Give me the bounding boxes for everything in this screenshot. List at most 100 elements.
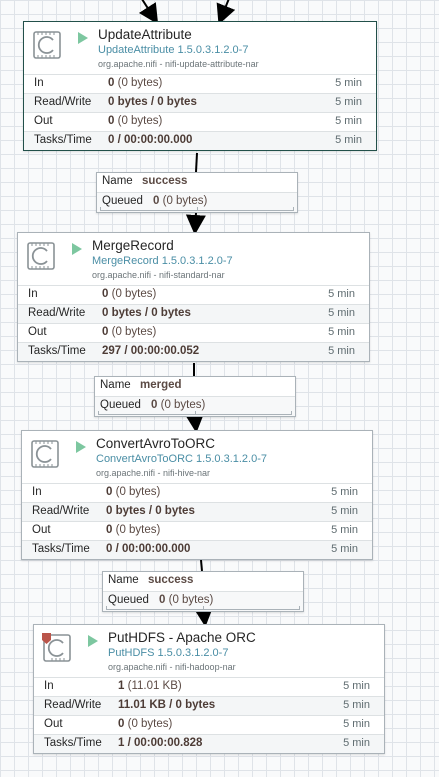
queue-progress-bar (100, 207, 294, 211)
stat-value: 1 (118, 680, 125, 692)
stat-period: 5 min (331, 524, 358, 536)
stat-value: 0 bytes / 0 bytes (108, 96, 197, 108)
play-icon[interactable] (88, 635, 98, 647)
stat-label: In (32, 486, 42, 498)
stat-period: 5 min (343, 737, 370, 749)
connection-name-label: Name (100, 379, 131, 391)
connection-name: merged (140, 379, 182, 391)
connection-line-3a[interactable] (200, 559, 203, 572)
processor-name: MergeRecord (92, 238, 174, 253)
stat-row-out: Out 0 (0 bytes) 5 min (22, 521, 372, 540)
stat-row-in: In 0 (0 bytes) 5 min (22, 483, 372, 502)
stat-detail: (0 bytes) (127, 718, 173, 730)
processor-merge-record[interactable]: MergeRecord MergeRecord 1.5.0.3.1.2.0-7 … (17, 232, 370, 362)
stat-detail: (0 bytes) (111, 326, 157, 338)
stat-row-in: In 1 (11.01 KB) 5 min (34, 677, 384, 696)
play-icon[interactable] (76, 441, 86, 453)
connection-queued-label: Queued (102, 195, 143, 207)
processor-name: PutHDFS - Apache ORC (108, 630, 256, 645)
stat-detail: (0 bytes) (111, 288, 157, 300)
stat-detail: (0 bytes) (117, 77, 163, 89)
stat-row-out: Out 0 (0 bytes) 5 min (24, 112, 376, 131)
stat-value: 0 (102, 288, 109, 300)
stat-label: In (44, 680, 54, 692)
restricted-processor-icon (42, 633, 71, 662)
connection-name: success (142, 175, 188, 187)
connection-line-1b[interactable] (185, 212, 206, 235)
stat-row-read-write: Read/Write 11.01 KB / 0 bytes 5 min (34, 696, 384, 715)
connection-line-2b[interactable] (184, 412, 205, 433)
stat-row-read-write: Read/Write 0 bytes / 0 bytes 5 min (22, 502, 372, 521)
stat-period: 5 min (335, 115, 362, 127)
stat-period: 5 min (328, 326, 355, 338)
stat-label: In (34, 77, 44, 89)
processor-type: UpdateAttribute 1.5.0.3.1.2.0-7 (98, 44, 249, 56)
stat-detail: (11.01 KB) (127, 680, 182, 692)
connection-name: success (148, 574, 194, 586)
incoming-connection-line-2[interactable] (216, 0, 236, 25)
stat-label: Read/Write (28, 307, 86, 319)
stat-row-out: Out 0 (0 bytes) 5 min (34, 715, 384, 734)
processor-convert-avro-to-orc[interactable]: ConvertAvroToORC ConvertAvroToORC 1.5.0.… (21, 430, 373, 560)
connection-queued-label: Queued (100, 399, 141, 411)
stat-value: 0 (106, 486, 113, 498)
stat-label: Tasks/Time (34, 134, 92, 146)
connection-label-success-2[interactable]: Name success Queued 0 (0 bytes) (102, 571, 304, 612)
connection-label-success-1[interactable]: Name success Queued 0 (0 bytes) (96, 172, 298, 213)
stat-row-read-write: Read/Write 0 bytes / 0 bytes 5 min (24, 93, 376, 112)
stat-label: Read/Write (34, 96, 92, 108)
stat-row-tasks-time: Tasks/Time 1 / 00:00:00.828 5 min (34, 734, 384, 753)
processor-type: MergeRecord 1.5.0.3.1.2.0-7 (92, 255, 233, 267)
queued-size: (0 bytes) (168, 594, 214, 606)
stat-label: Out (34, 115, 53, 127)
processor-icon (27, 242, 55, 270)
stat-period: 5 min (343, 699, 370, 711)
play-icon[interactable] (78, 32, 88, 44)
stat-label: Tasks/Time (44, 737, 102, 749)
connection-line-3b[interactable] (193, 606, 214, 627)
processor-bundle: org.apache.nifi - nifi-hive-nar (96, 468, 211, 478)
stat-label: Out (28, 326, 47, 338)
processor-bundle: org.apache.nifi - nifi-standard-nar (92, 270, 225, 280)
stat-row-read-write: Read/Write 0 bytes / 0 bytes 5 min (18, 304, 369, 323)
stat-detail: (0 bytes) (115, 524, 161, 536)
processor-put-hdfs[interactable]: PutHDFS - Apache ORC PutHDFS 1.5.0.3.1.2… (33, 624, 385, 754)
stat-period: 5 min (331, 505, 358, 517)
stat-label: Read/Write (44, 699, 102, 711)
stat-value: 0 (106, 524, 113, 536)
play-icon[interactable] (72, 243, 82, 255)
processor-type: PutHDFS 1.5.0.3.1.2.0-7 (108, 647, 229, 659)
processor-type: ConvertAvroToORC 1.5.0.3.1.2.0-7 (96, 453, 267, 465)
stat-period: 5 min (343, 718, 370, 730)
connection-line-1a[interactable] (195, 152, 198, 173)
processor-name: UpdateAttribute (98, 27, 192, 42)
queued-count: 0 (151, 399, 158, 411)
queue-progress-bar (98, 411, 292, 415)
stat-value: 0 (108, 115, 115, 127)
stat-value: 0 (102, 326, 109, 338)
processor-icon (33, 31, 61, 59)
stat-value: 0 / 00:00:00.000 (106, 543, 191, 555)
stat-label: Out (32, 524, 51, 536)
connection-name-label: Name (102, 175, 133, 187)
stat-period: 5 min (343, 680, 370, 692)
stat-label: Out (44, 718, 63, 730)
incoming-connection-line-1[interactable] (138, 0, 159, 25)
processor-bundle: org.apache.nifi - nifi-hadoop-nar (108, 662, 236, 672)
stat-detail: (0 bytes) (117, 115, 163, 127)
connection-name-label: Name (108, 574, 139, 586)
stat-value: 0 (108, 77, 115, 89)
stat-row-in: In 0 (0 bytes) 5 min (24, 74, 376, 93)
stat-row-in: In 0 (0 bytes) 5 min (18, 285, 369, 304)
stat-value: 11.01 KB / 0 bytes (118, 699, 216, 711)
stat-label: In (28, 288, 38, 300)
connection-label-merged[interactable]: Name merged Queued 0 (0 bytes) (94, 376, 296, 417)
processor-update-attribute[interactable]: UpdateAttribute UpdateAttribute 1.5.0.3.… (23, 21, 377, 151)
stat-value: 0 bytes / 0 bytes (102, 307, 191, 319)
stat-value: 1 / 00:00:00.828 (118, 737, 203, 749)
stat-value: 297 / 00:00:00.052 (102, 345, 200, 357)
stat-period: 5 min (335, 134, 362, 146)
queue-progress-bar (106, 606, 300, 610)
stat-value: 0 bytes / 0 bytes (106, 505, 195, 517)
stat-period: 5 min (331, 543, 358, 555)
